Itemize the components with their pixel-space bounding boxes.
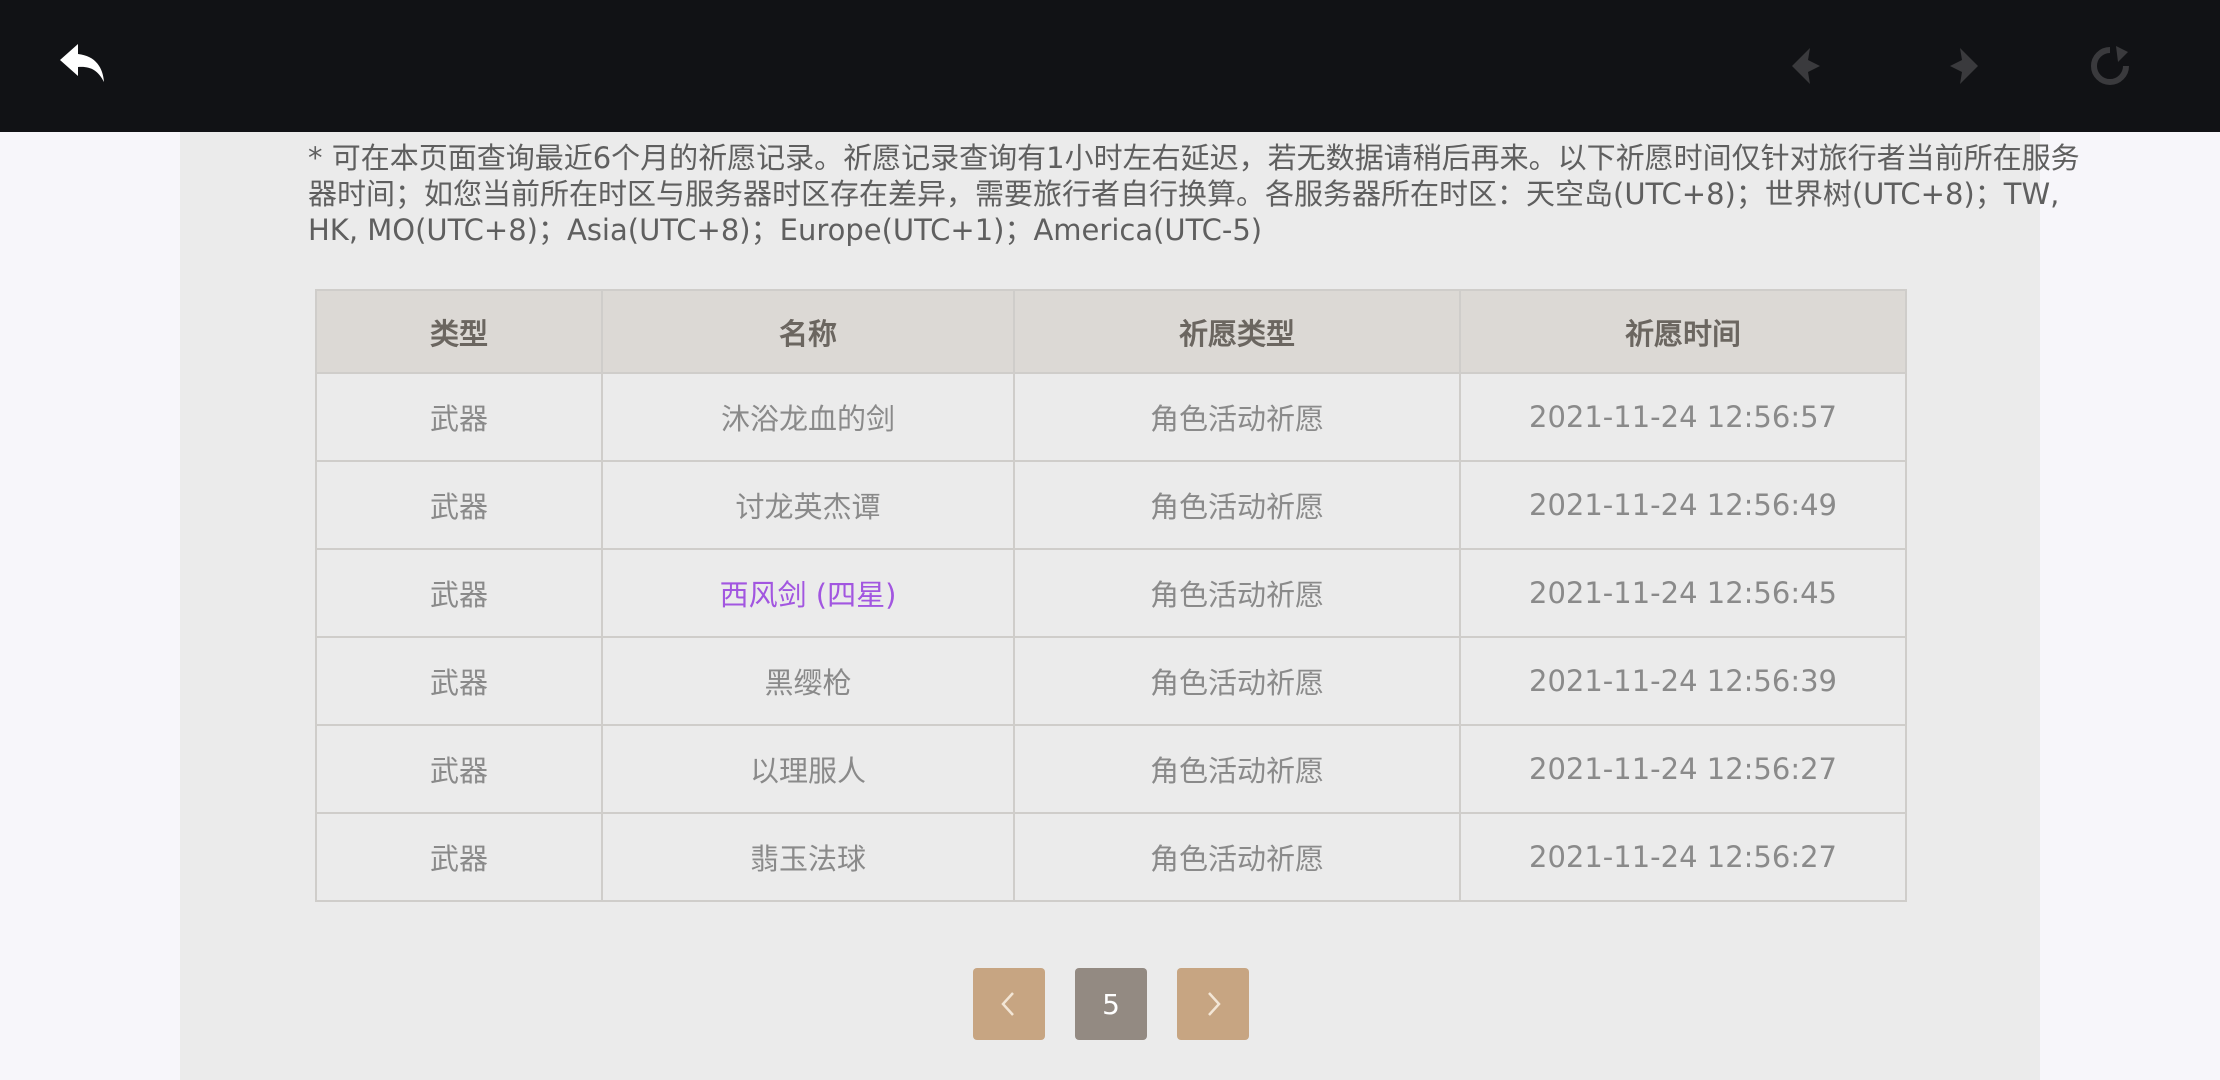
table-row: 武器 黑缨枪 角色活动祈愿 2021-11-24 12:56:39 [315,636,1907,726]
cell-type: 武器 [315,460,603,550]
cell-time: 2021-11-24 12:56:27 [1459,812,1907,902]
cell-name: 讨龙英杰谭 [601,460,1015,550]
cell-wish-type: 角色活动祈愿 [1013,636,1461,726]
cell-type: 武器 [315,812,603,902]
table-row: 武器 西风剑 (四星) 角色活动祈愿 2021-11-24 12:56:45 [315,548,1907,638]
cell-time: 2021-11-24 12:56:27 [1459,724,1907,814]
table-row: 武器 以理服人 角色活动祈愿 2021-11-24 12:56:27 [315,724,1907,814]
header-wish-time: 祈愿时间 [1459,289,1907,374]
cell-wish-type: 角色活动祈愿 [1013,812,1461,902]
header-wish-type: 祈愿类型 [1013,289,1461,374]
wish-records-table: 类型 名称 祈愿类型 祈愿时间 武器 沐浴龙血的剑 角色活动祈愿 2021-11… [315,289,1907,902]
diamond-left-icon [1792,48,1820,84]
wish-history-panel: * 可在本页面查询最近6个月的祈愿记录。祈愿记录查询有1小时左右延迟，若无数据请… [180,132,2080,1080]
chevron-left-icon [1001,992,1014,1016]
top-toolbar [0,0,2220,132]
reload-icon [2091,46,2129,85]
header-name: 名称 [601,289,1015,374]
prev-page-button[interactable] [973,968,1045,1040]
cell-name: 沐浴龙血的剑 [601,372,1015,462]
table-row: 武器 翡玉法球 角色活动祈愿 2021-11-24 12:56:27 [315,812,1907,902]
table-row: 武器 讨龙英杰谭 角色活动祈愿 2021-11-24 12:56:49 [315,460,1907,550]
cell-type: 武器 [315,372,603,462]
diamond-right-icon [1950,48,1978,84]
history-back-button[interactable] [1780,36,1840,96]
table-row: 武器 沐浴龙血的剑 角色活动祈愿 2021-11-24 12:56:57 [315,372,1907,462]
cell-wish-type: 角色活动祈愿 [1013,460,1461,550]
cell-name: 以理服人 [601,724,1015,814]
notice-text: * 可在本页面查询最近6个月的祈愿记录。祈愿记录查询有1小时左右延迟，若无数据请… [308,141,2080,247]
cell-wish-type: 角色活动祈愿 [1013,724,1461,814]
table-header-row: 类型 名称 祈愿类型 祈愿时间 [315,289,1907,374]
cell-wish-type: 角色活动祈愿 [1013,548,1461,638]
cell-type: 武器 [315,636,603,726]
cell-time: 2021-11-24 12:56:39 [1459,636,1907,726]
cell-time: 2021-11-24 12:56:45 [1459,548,1907,638]
reload-button[interactable] [2080,36,2140,96]
chevron-right-icon [1208,992,1221,1016]
back-arrow-icon [60,44,104,82]
cell-name-four-star: 西风剑 (四星) [601,548,1015,638]
cell-name: 黑缨枪 [601,636,1015,726]
current-page-indicator: 5 [1075,968,1147,1040]
cell-type: 武器 [315,548,603,638]
next-page-button[interactable] [1177,968,1249,1040]
cell-time: 2021-11-24 12:56:49 [1459,460,1907,550]
cell-type: 武器 [315,724,603,814]
header-type: 类型 [315,289,603,374]
back-button[interactable] [53,36,113,96]
cell-wish-type: 角色活动祈愿 [1013,372,1461,462]
cell-name: 翡玉法球 [601,812,1015,902]
cell-time: 2021-11-24 12:56:57 [1459,372,1907,462]
history-forward-button[interactable] [1930,36,1990,96]
